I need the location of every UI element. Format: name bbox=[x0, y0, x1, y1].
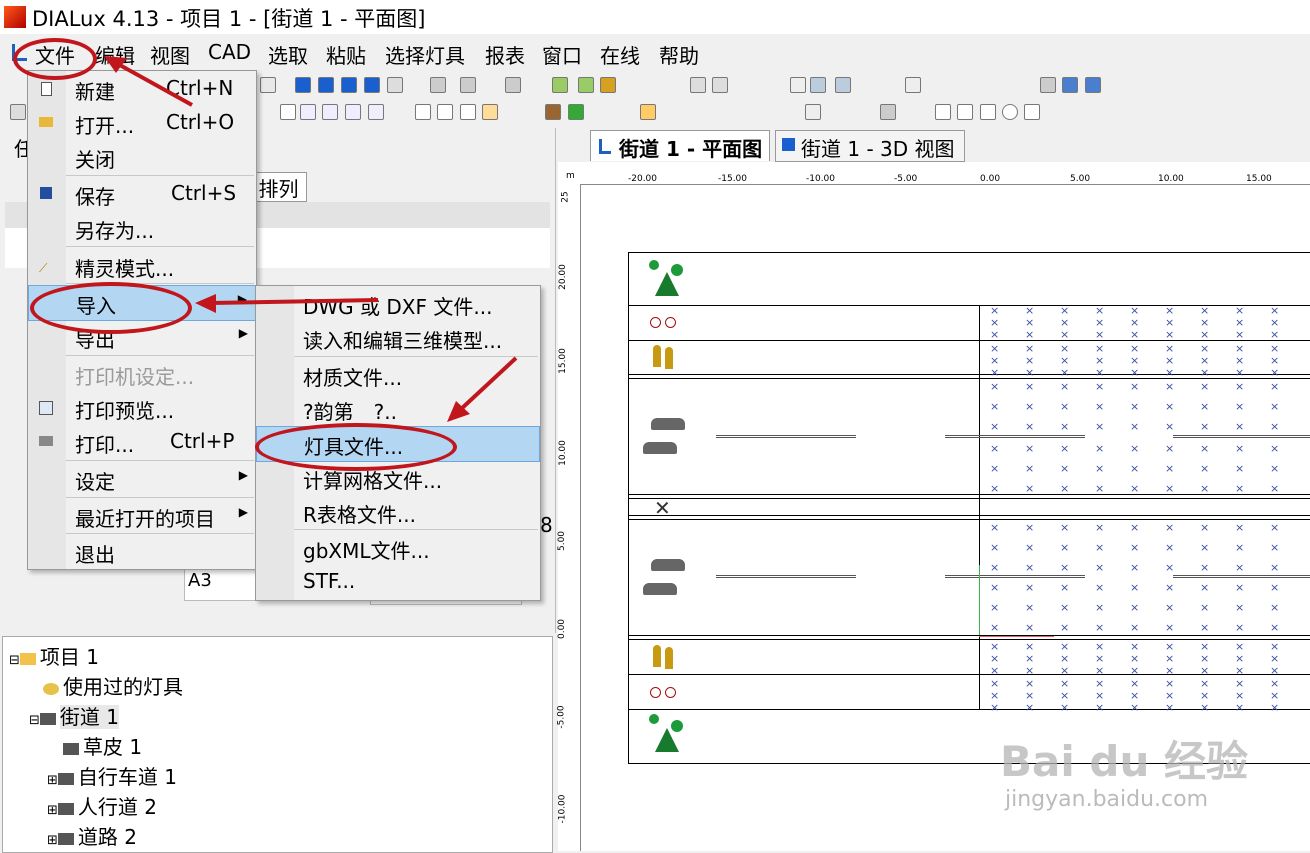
watermark-logo: Bai du 经验 bbox=[1000, 737, 1248, 786]
annotation-arrows bbox=[104, 56, 518, 422]
watermark-url: jingyan.baidu.com bbox=[1005, 787, 1209, 812]
